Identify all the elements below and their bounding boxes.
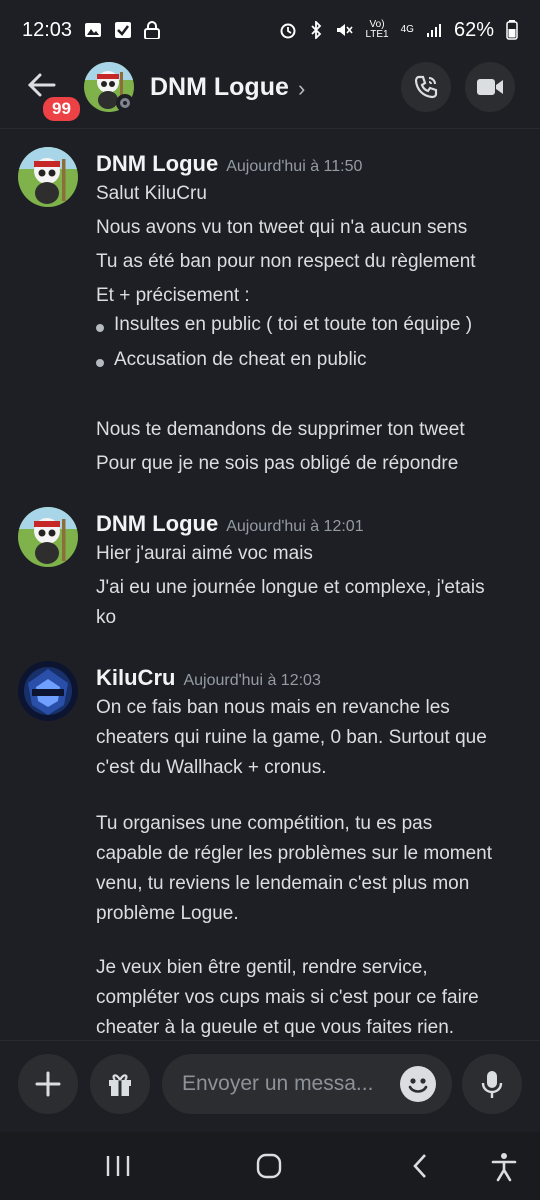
message-line: capable de régler les problèmes sur le m… [96,843,493,864]
network-gen: 4G [400,24,414,35]
message-line: cheaters qui ruine la game, 0 ban. Surto… [96,727,487,748]
video-call-button[interactable] [465,62,515,112]
message-line: cheater à la gueule et que vous faites r… [96,1017,455,1038]
panda-avatar-image [18,147,78,207]
mute-icon [337,24,354,36]
author-avatar[interactable] [18,661,78,721]
message-timestamp: Aujourd'hui à 12:03 [183,672,321,689]
voice-message-button[interactable] [462,1054,522,1114]
author-name[interactable]: DNM Logue [96,511,218,536]
status-time: 12:03 [22,18,73,41]
bullet-item: Insultes en public ( toi et toute ton éq… [114,314,473,335]
gallery-icon [85,23,102,37]
message-line: venu, tu reviens le lendemain c'est plus… [96,873,470,894]
message-line: Et + précisement : [96,285,250,306]
message-line: Hier j'aurai aimé voc mais [96,543,313,564]
microphone-icon [481,1071,503,1098]
message-timestamp: Aujourd'hui à 12:01 [226,518,364,535]
gift-button[interactable] [90,1054,150,1114]
phone-icon [414,75,438,99]
chevron-right-icon[interactable]: › [298,76,305,102]
channel-title[interactable]: DNM Logue [150,73,289,102]
chat-header: 99 DNM Logue › [0,58,540,124]
system-nav-bar [0,1132,540,1200]
home-icon[interactable] [255,1152,283,1180]
author-avatar[interactable] [18,507,78,567]
author-name[interactable]: KiluCru [96,665,175,690]
message-line: Nous te demandons de supprimer ton tweet [96,419,465,440]
back-icon[interactable] [410,1152,430,1180]
kilucru-logo-avatar [18,661,78,721]
alarm-icon [280,23,296,39]
message-timestamp: Aujourd'hui à 11:50 [226,158,363,175]
attach-button[interactable] [18,1054,78,1114]
gift-icon [109,1074,131,1096]
volte-indicator: Vo) LTE1 [365,20,388,40]
author-name[interactable]: DNM Logue [96,151,218,176]
message-input-placeholder: Envoyer un messa... [182,1072,374,1095]
battery-icon [506,20,518,40]
message-line: c'est du Wallhack + cronus. [96,757,327,778]
message-author[interactable]: KiluCru Aujourd'hui à 12:03 [96,665,321,691]
unread-badge: 99 [40,94,83,124]
video-camera-icon [477,79,503,95]
message-line: compléter vos cups mais si c'est pour ce… [96,987,479,1008]
offline-status-dot [116,94,134,112]
status-bar: 12:03 Vo) LTE1 4G 62% [0,0,540,60]
message-line: Tu as été ban pour non respect du règlem… [96,251,476,272]
voice-call-button[interactable] [401,62,451,112]
accessibility-icon[interactable] [490,1152,518,1182]
message-line: On ce fais ban nous mais en revanche les [96,697,450,718]
bullet-dot [96,359,104,367]
author-avatar[interactable] [18,147,78,207]
emoji-button[interactable] [400,1066,436,1102]
battery-percent: 62% [453,18,494,41]
back-button[interactable]: 99 [26,66,86,124]
signal-icon [426,24,441,37]
panda-avatar-image [18,507,78,567]
bullet-item: Accusation de cheat en public [114,349,367,370]
message-line: Pour que je ne sois pas obligé de répond… [96,453,459,474]
recents-icon[interactable] [105,1152,131,1180]
message-line: Salut KiluCru [96,183,207,204]
bullet-dot [96,324,104,332]
volte-bottom: LTE1 [365,29,389,40]
plus-icon [35,1071,61,1097]
bluetooth-icon [311,21,322,39]
checkbox-icon [115,22,132,38]
message-line: Nous avons vu ton tweet qui n'a aucun se… [96,217,468,238]
message-line: ko [96,607,117,628]
message-line: problème Logue. [96,903,239,924]
message-list[interactable]: DNM Logue Aujourd'hui à 11:50 Salut KiluC… [0,129,540,1042]
message-composer: Envoyer un messa... [0,1040,540,1132]
emoji-icon [408,1078,428,1093]
message-line: J'ai eu une journée longue et complexe, … [96,577,485,598]
message-author[interactable]: DNM Logue Aujourd'hui à 12:01 [96,511,364,537]
message-line: Tu organises une compétition, tu es pas [96,813,433,834]
message-line: Je veux bien être gentil, rendre service… [96,957,428,978]
lock-icon [144,21,161,39]
message-author[interactable]: DNM Logue Aujourd'hui à 11:50 [96,151,362,177]
